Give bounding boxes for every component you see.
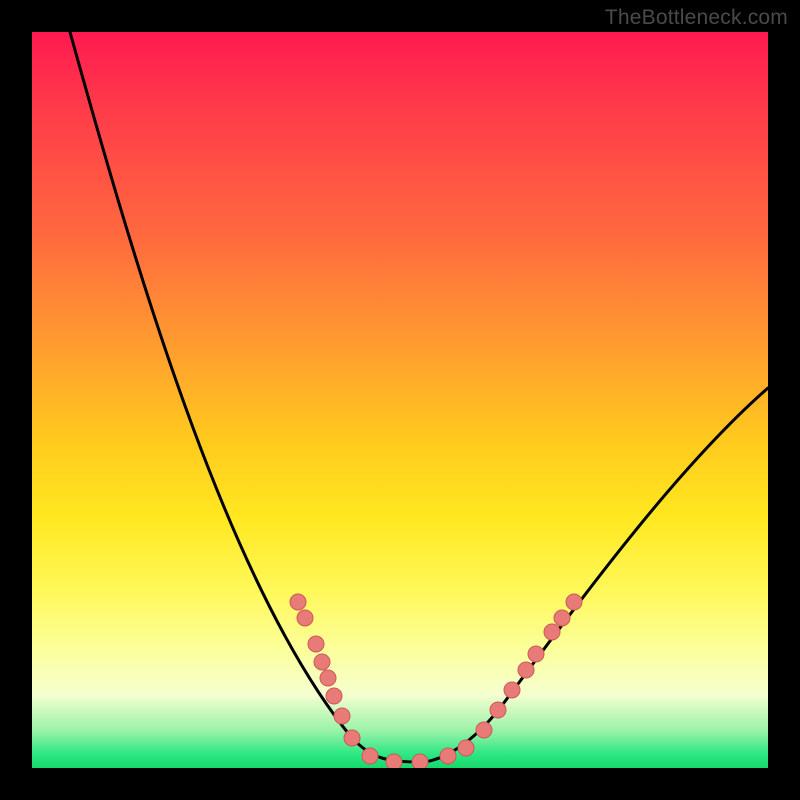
plot-area bbox=[32, 32, 768, 768]
curve-marker bbox=[554, 610, 570, 626]
curve-marker bbox=[334, 708, 350, 724]
curve-marker bbox=[504, 682, 520, 698]
curve-marker bbox=[297, 610, 313, 626]
curve-marker bbox=[458, 740, 474, 756]
curve-marker bbox=[412, 754, 428, 768]
curve-marker bbox=[518, 662, 534, 678]
curve-marker bbox=[326, 688, 342, 704]
curve-marker bbox=[476, 722, 492, 738]
chart-frame: TheBottleneck.com bbox=[0, 0, 800, 800]
curve-marker bbox=[314, 654, 330, 670]
curve-marker bbox=[344, 730, 360, 746]
curve-marker bbox=[544, 624, 560, 640]
curve-marker bbox=[440, 748, 456, 764]
curve-layer bbox=[32, 32, 768, 768]
curve-markers bbox=[290, 594, 582, 768]
curve-marker bbox=[362, 748, 378, 764]
curve-marker bbox=[566, 594, 582, 610]
bottleneck-curve bbox=[70, 32, 768, 762]
watermark-text: TheBottleneck.com bbox=[605, 6, 788, 30]
curve-marker bbox=[290, 594, 306, 610]
curve-marker bbox=[490, 702, 506, 718]
curve-marker bbox=[386, 754, 402, 768]
curve-marker bbox=[308, 636, 324, 652]
curve-marker bbox=[320, 670, 336, 686]
curve-marker bbox=[528, 646, 544, 662]
